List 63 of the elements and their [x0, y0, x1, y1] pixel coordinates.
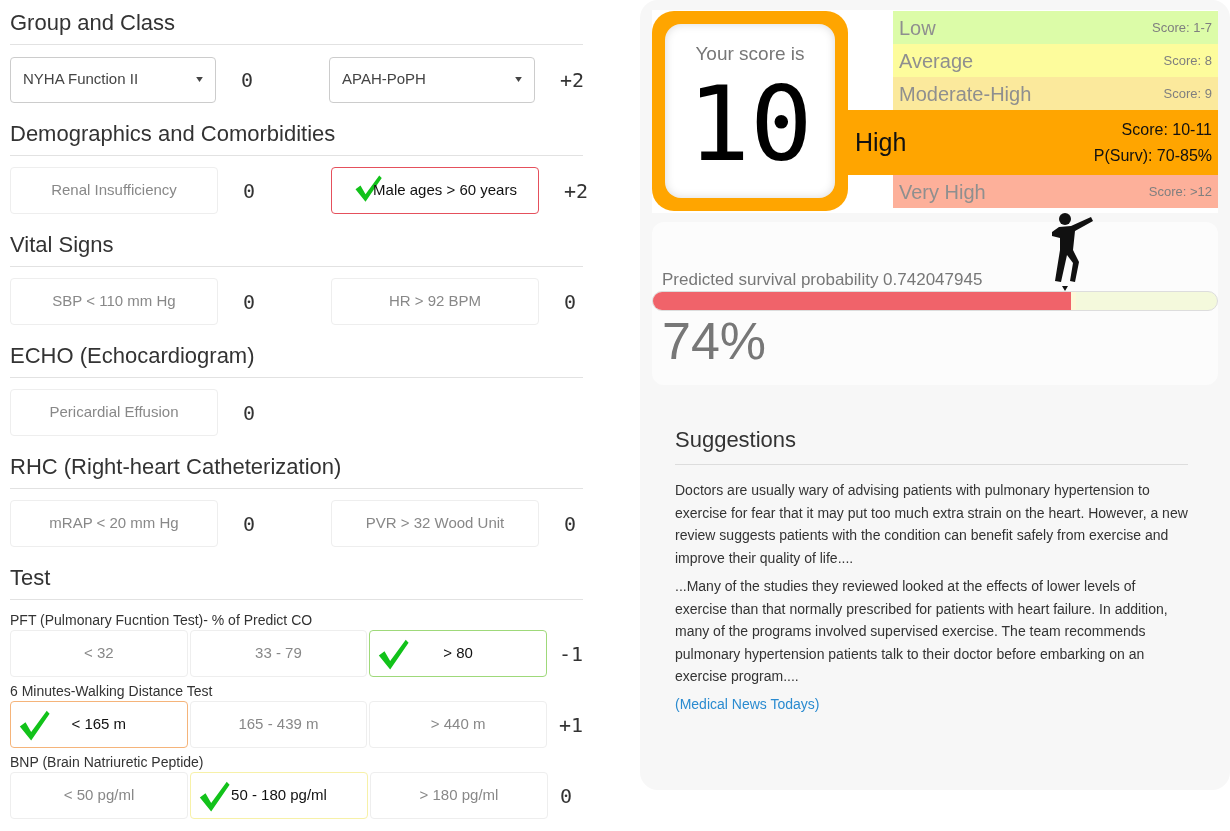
points-value: 0: [564, 289, 577, 314]
survival-probability-label: Predicted survival probability 0.742047945: [662, 270, 983, 289]
check-icon: [17, 708, 51, 742]
risk-level-score: Score: 8: [1163, 51, 1212, 70]
option-button[interactable]: > 80: [369, 630, 547, 677]
option-button[interactable]: PVR > 32 Wood Unit: [331, 500, 539, 547]
score-caption: Your score is: [695, 42, 805, 66]
test-label: PFT (Pulmonary Fucntion Test)- % of Predict CO: [10, 611, 314, 630]
dropdown[interactable]: NYHA Function II: [10, 56, 216, 103]
option-button[interactable]: 50 - 180 pg/ml: [190, 772, 368, 819]
points-value: 0: [241, 67, 254, 92]
caret-icon: [515, 77, 522, 82]
risk-level-score: Score: >12: [1148, 182, 1212, 201]
option-button[interactable]: < 50 pg/ml: [10, 772, 188, 819]
risk-level-name: Moderate-High: [899, 81, 1032, 107]
check-icon: [197, 779, 231, 813]
suggestion-paragraph: Doctors are usually wary of advising patients with pulmonary hypertension to exercise for fear that it may put too much extra strain on the heart. However, a new review suggests patients with the condition can benefit safely from exercise and improve their quality of life....: [675, 481, 1188, 568]
option-button[interactable]: < 32: [10, 630, 188, 677]
points-value: +2: [564, 178, 589, 203]
option-button[interactable]: > 440 m: [369, 701, 547, 748]
points-value: +2: [560, 67, 585, 92]
test-label: 6 Minutes-Walking Distance Test: [10, 682, 214, 701]
risk-level-score: Score: 9: [1163, 84, 1212, 103]
option-button[interactable]: 33 - 79: [189, 630, 368, 677]
section-heading: Test: [10, 563, 51, 592]
points-value: 0: [564, 511, 577, 536]
option-button[interactable]: Renal Insufficiency: [10, 167, 218, 214]
option-button[interactable]: > 180 pg/ml: [370, 772, 548, 819]
option-button[interactable]: Pericardial Effusion: [10, 389, 218, 436]
dropdown[interactable]: APAH-PoPH: [329, 56, 535, 103]
points-value: +1: [558, 712, 583, 737]
option-button[interactable]: 165 - 439 m: [189, 701, 368, 748]
suggestion-paragraph: ...Many of the studies they reviewed looked at the effects of lower levels of exercise than that normally prescribed for patients with heart failure. In addition, many of the programs involved supervised exercise. The team recommends pulmonary hypertension patients talk to their doctor before embarking on an exercise program....: [675, 577, 1169, 686]
risk-level-name: Very High: [899, 179, 986, 205]
points-value: 0: [243, 511, 256, 536]
option-button[interactable]: HR > 92 BPM: [331, 278, 539, 325]
score-value: 10: [687, 68, 813, 179]
option-button[interactable]: SBP < 110 mm Hg: [10, 278, 218, 325]
option-button[interactable]: Male ages > 60 years: [331, 167, 539, 214]
option-button[interactable]: mRAP < 20 mm Hg: [10, 500, 218, 547]
survival-percent: 74%: [661, 311, 768, 371]
points-value: 0: [243, 289, 256, 314]
suggestions-heading: Suggestions: [675, 426, 797, 454]
points-value: 0: [243, 400, 256, 425]
caret-icon: [196, 77, 203, 82]
risk-level-score: Score: 1-7: [1152, 18, 1212, 37]
section-heading: Demographics and Comorbidities: [10, 119, 336, 148]
points-value: 0: [243, 178, 256, 203]
points-value: -1: [558, 641, 583, 666]
points-value: 0: [560, 783, 573, 808]
risk-level-name: Average: [899, 48, 974, 74]
section-heading: ECHO (Echocardiogram): [10, 341, 255, 370]
check-icon: [376, 637, 411, 671]
risk-level-score: Score: 10-11: [1121, 119, 1212, 140]
risk-level-name: Low: [899, 15, 936, 41]
test-label: BNP (Brain Natriuretic Peptide): [10, 753, 205, 772]
section-heading: Group and Class: [10, 8, 176, 37]
risk-level-name: High: [855, 126, 907, 158]
survival-range: P(Surv): 70-85%: [1093, 145, 1212, 166]
section-heading: Vital Signs: [10, 230, 114, 259]
option-button[interactable]: < 165 m: [10, 701, 188, 748]
section-heading: RHC (Right-heart Catheterization): [10, 452, 342, 481]
source-link[interactable]: (Medical News Todays): [675, 693, 820, 715]
